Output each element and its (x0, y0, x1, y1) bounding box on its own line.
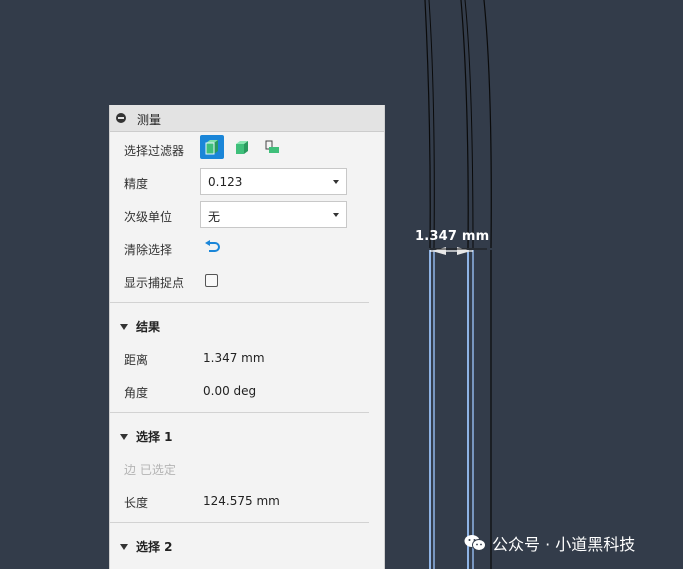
undo-arrow-icon[interactable] (204, 240, 222, 254)
selection-filter-label: 选择过滤器 (124, 144, 185, 158)
selection2-header-label: 选择 2 (136, 540, 173, 554)
triangle-down-icon (120, 434, 128, 440)
length-value: 124.575 mm (203, 494, 280, 508)
triangle-down-icon (120, 324, 128, 330)
filter-component-button[interactable] (260, 135, 284, 159)
angle-value: 0.00 deg (203, 384, 257, 398)
show-snap-points-label: 显示捕捉点 (124, 276, 185, 290)
component-icon (265, 140, 279, 153)
secondary-unit-value: 无 (208, 210, 221, 224)
selection2-section-header[interactable]: 选择 2 (120, 538, 173, 555)
cube-face-icon (205, 140, 218, 155)
triangle-down-icon (120, 544, 128, 550)
distance-label: 距离 (124, 353, 149, 367)
edge-selected-label: 边 已选定 (124, 463, 176, 477)
results-section-header[interactable]: 结果 (120, 318, 160, 335)
secondary-unit-label: 次级单位 (124, 210, 173, 224)
cube-body-icon (236, 141, 248, 154)
precision-dropdown[interactable]: 0.123 (200, 168, 347, 195)
panel-title: 测量 (137, 113, 162, 127)
selection1-header-label: 选择 1 (136, 430, 173, 444)
chevron-down-icon (333, 213, 339, 217)
filter-body-button[interactable] (230, 135, 254, 159)
chevron-down-icon (333, 180, 339, 184)
collapse-icon[interactable] (116, 113, 126, 123)
length-label: 长度 (124, 496, 149, 510)
watermark-text: 公众号 · 小道黑科技 (492, 535, 636, 554)
wechat-icon (464, 535, 486, 551)
show-snap-points-checkbox[interactable] (205, 274, 218, 287)
panel-header[interactable]: 测量 (110, 105, 384, 132)
dimension-label: 1.347 mm (415, 229, 490, 244)
angle-label: 角度 (124, 386, 149, 400)
filter-face-button[interactable] (200, 135, 224, 159)
precision-label: 精度 (124, 177, 149, 191)
divider (110, 302, 369, 303)
watermark: 公众号 · 小道黑科技 (464, 533, 636, 554)
divider (110, 522, 369, 523)
divider (110, 412, 369, 413)
measure-panel: 测量 选择过滤器 精度 0.123 次级单位 无 清除选择 显示捕捉点 结果 距… (109, 105, 385, 569)
precision-value: 0.123 (208, 175, 243, 189)
secondary-unit-dropdown[interactable]: 无 (200, 201, 347, 228)
clear-selection-label: 清除选择 (124, 243, 173, 257)
distance-value: 1.347 mm (203, 351, 265, 365)
selection1-section-header[interactable]: 选择 1 (120, 428, 173, 445)
results-header-label: 结果 (136, 320, 161, 334)
